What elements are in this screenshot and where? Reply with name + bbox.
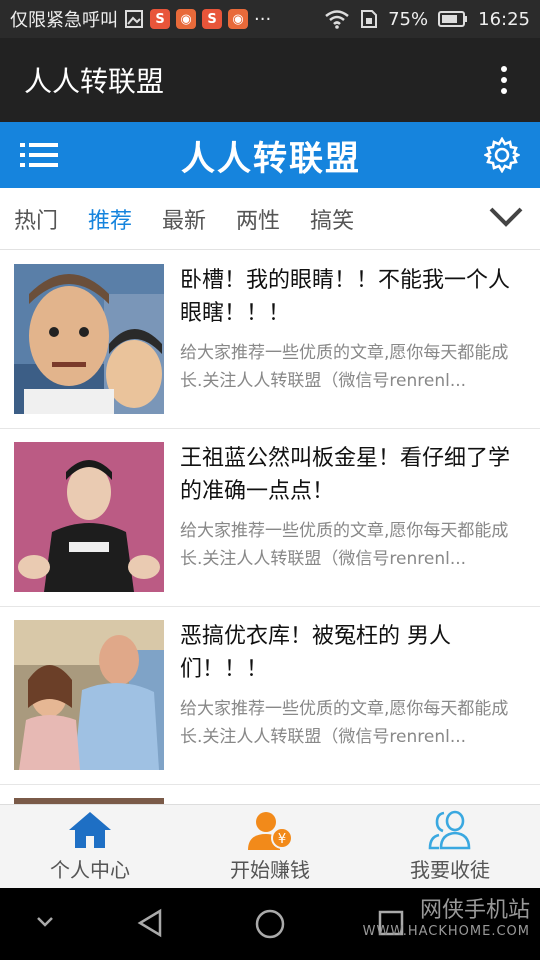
- tab-funny[interactable]: 搞笑: [310, 203, 354, 235]
- wifi-icon: [325, 10, 349, 29]
- article-summary: 给大家推荐一些优质的文章,愿你每天都能成长.关注人人转联盟（微信号renrenl…: [180, 699, 509, 747]
- brand-title: 人人转联盟: [181, 138, 361, 179]
- app-s-icon: S: [150, 9, 170, 29]
- clock: 16:25: [478, 8, 530, 30]
- back-triangle-icon[interactable]: [136, 908, 164, 938]
- app-s-icon: S: [202, 9, 222, 29]
- nav-label: 我要收徒: [410, 858, 490, 882]
- article-summary: 给大家推荐一些优质的文章,愿你每天都能成长.关注人人转联盟（微信号renrenl…: [180, 521, 509, 569]
- nav-label: 个人中心: [50, 858, 130, 882]
- list-item[interactable]: [0, 785, 540, 804]
- recruit-users-icon: [428, 810, 471, 850]
- nav-personal-center[interactable]: 个人中心: [0, 805, 180, 888]
- nav-recruit[interactable]: 我要收徒: [360, 805, 540, 888]
- home-icon: [69, 812, 111, 848]
- earn-money-icon: ¥: [248, 812, 293, 850]
- list-item[interactable]: 王祖蓝公然叫板金星！看仔细了学的准确一点点！ 给大家推荐一些优质的文章,愿你每天…: [0, 429, 540, 607]
- settings-gear-icon[interactable]: [484, 137, 520, 173]
- battery-percent: 75%: [388, 8, 429, 30]
- watermark: 网侠手机站 WWW.HACKHOME.COM: [363, 892, 530, 939]
- more-notifications-icon: ···: [254, 8, 272, 30]
- tab-latest[interactable]: 最新: [162, 203, 206, 235]
- app-store-icon: ◉: [228, 9, 248, 29]
- brand-header: 人人转联盟: [0, 122, 540, 188]
- watermark-line2: WWW.HACKHOME.COM: [362, 924, 530, 939]
- category-tabs: 热门 推荐 最新 两性 搞笑: [0, 188, 540, 250]
- overflow-menu-icon[interactable]: [492, 66, 516, 94]
- home-circle-icon[interactable]: [254, 908, 286, 940]
- list-item[interactable]: 卧槽！我的眼睛！！不能我一个人眼瞎！！！ 给大家推荐一些优质的文章,愿你每天都能…: [0, 251, 540, 429]
- battery-icon: [438, 11, 468, 27]
- carrier-text: 仅限紧急呼叫: [10, 10, 118, 31]
- nav-label: 开始赚钱: [230, 858, 310, 882]
- image-icon: [125, 10, 143, 28]
- article-title: 恶搞优衣库！被冤枉的 男人们！！！: [180, 624, 451, 682]
- app-store-icon: ◉: [176, 9, 196, 29]
- watermark-line1: 网侠手机站: [419, 898, 530, 923]
- tab-relationships[interactable]: 两性: [236, 203, 280, 235]
- tab-recommended[interactable]: 推荐: [88, 203, 132, 235]
- article-thumbnail: [14, 264, 164, 414]
- status-bar: 仅限紧急呼叫 S ◉ S ◉ ··· 75% 16:25: [0, 0, 540, 38]
- nav-start-earning[interactable]: ¥ 开始赚钱: [180, 805, 360, 888]
- tab-hot[interactable]: 热门: [14, 203, 58, 235]
- article-title: 王祖蓝公然叫板金星！看仔细了学的准确一点点！: [180, 446, 511, 504]
- article-thumbnail: [14, 620, 164, 770]
- app-bar: 人人转联盟: [0, 38, 540, 122]
- chevron-down-icon[interactable]: [488, 204, 524, 230]
- bottom-nav: 个人中心 ¥ 开始赚钱 我要收徒: [0, 804, 540, 888]
- list-menu-icon[interactable]: [20, 140, 58, 170]
- app-title: 人人转联盟: [24, 65, 165, 98]
- list-item[interactable]: 恶搞优衣库！被冤枉的 男人们！！！ 给大家推荐一些优质的文章,愿你每天都能成长.…: [0, 607, 540, 785]
- svg-text:¥: ¥: [278, 832, 286, 847]
- article-title: 卧槽！我的眼睛！！不能我一个人眼瞎！！！: [180, 268, 511, 326]
- sim-icon: [361, 10, 378, 28]
- article-thumbnail: [14, 442, 164, 592]
- article-list: 卧槽！我的眼睛！！不能我一个人眼瞎！！！ 给大家推荐一些优质的文章,愿你每天都能…: [0, 251, 540, 804]
- article-summary: 给大家推荐一些优质的文章,愿你每天都能成长.关注人人转联盟（微信号renrenl…: [180, 343, 509, 391]
- chevron-down-icon[interactable]: [36, 916, 54, 928]
